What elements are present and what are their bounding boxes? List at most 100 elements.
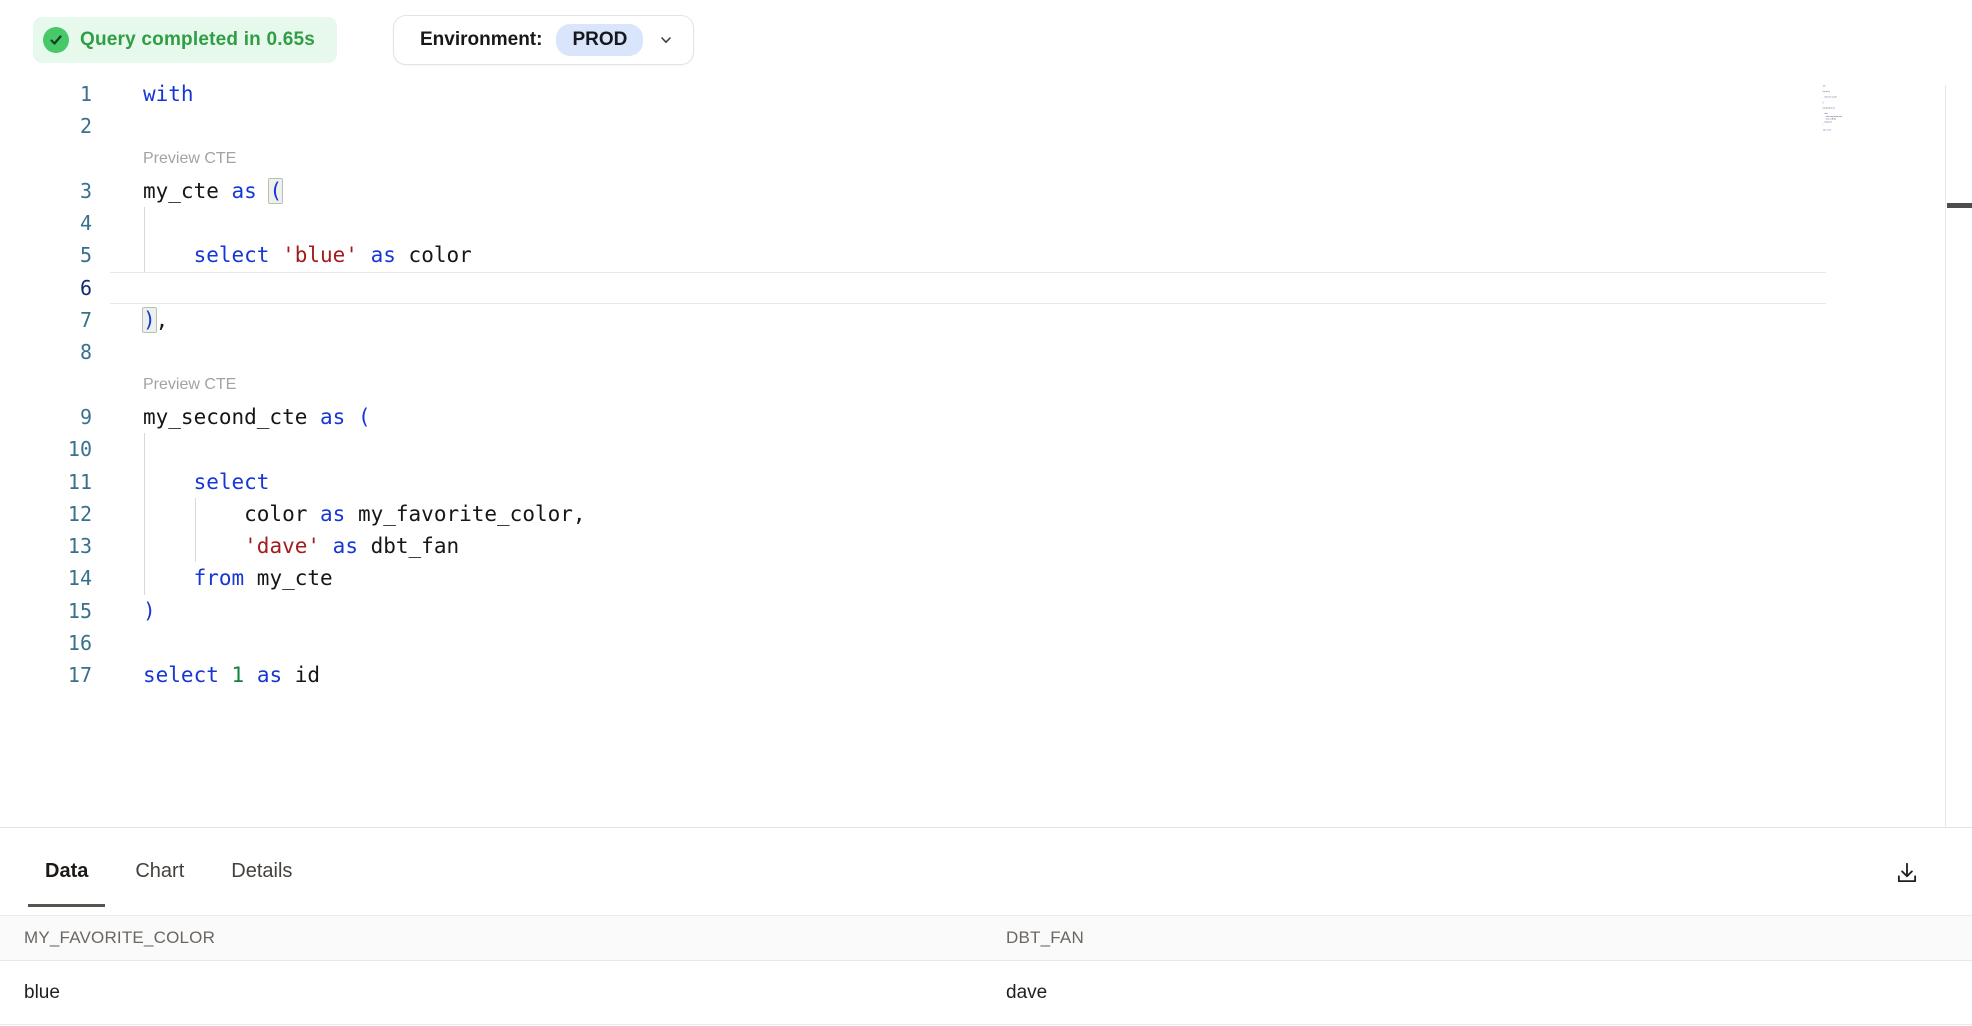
line-number: 16	[0, 627, 110, 659]
code-line: 11 select	[0, 466, 1945, 498]
code-lens-row: Preview CTE	[0, 369, 1945, 401]
code-text	[110, 207, 1945, 239]
code-token: as	[333, 534, 358, 558]
tab-details[interactable]: Details	[214, 828, 309, 915]
overview-ruler[interactable]	[1945, 85, 1972, 833]
code-token: 'blue'	[282, 243, 358, 267]
code-token: 1	[232, 663, 245, 687]
environment-label: Environment:	[420, 29, 542, 51]
code-token	[143, 470, 194, 494]
code-line: 4	[0, 207, 1945, 239]
code-token: as	[371, 243, 396, 267]
indent-guide	[144, 239, 145, 271]
code-token	[269, 243, 282, 267]
line-number: 12	[0, 498, 110, 530]
code-token	[320, 534, 333, 558]
environment-selector[interactable]: Environment: PROD	[393, 15, 694, 65]
code-line: 10	[0, 433, 1945, 465]
code-text: with	[110, 78, 1945, 110]
code-token	[244, 663, 257, 687]
code-token: select	[143, 663, 219, 687]
code-token	[257, 179, 270, 203]
code-token: select	[194, 470, 270, 494]
code-token: as	[257, 663, 282, 687]
line-number: 14	[0, 562, 110, 594]
code-token: color	[143, 502, 320, 526]
code-text: 'dave' as dbt_fan	[110, 530, 1945, 562]
line-number	[0, 143, 110, 175]
query-status-badge: Query completed in 0.65s	[33, 17, 337, 63]
chevron-down-icon	[659, 33, 673, 47]
code-text	[110, 433, 1945, 465]
code-lens-row: Preview CTE	[0, 143, 1945, 175]
code-line: 1with	[0, 78, 1945, 110]
code-line: 2	[0, 110, 1945, 142]
code-text: )	[110, 595, 1945, 627]
line-number: 9	[0, 401, 110, 433]
indent-guide	[144, 530, 145, 562]
code-line: 5 select 'blue' as color	[0, 239, 1945, 271]
code-line: 16	[0, 627, 1945, 659]
code-text	[110, 336, 1945, 368]
code-line: 7),	[0, 304, 1945, 336]
code-text: my_cte as (	[110, 175, 1945, 207]
code-text: ),	[110, 304, 1945, 336]
code-token: as	[320, 502, 345, 526]
preview-cte-link[interactable]: Preview CTE	[110, 369, 1945, 401]
table-cell: dave	[982, 961, 1972, 1025]
code-token: my_cte	[143, 179, 232, 203]
code-token: dbt_fan	[358, 534, 459, 558]
code-token	[345, 405, 358, 429]
code-line: 17select 1 as id	[0, 659, 1945, 691]
line-number: 1	[0, 78, 110, 110]
line-number: 8	[0, 336, 110, 368]
indent-guide	[144, 466, 145, 498]
code-line: 12 color as my_favorite_color,	[0, 498, 1945, 530]
code-token: )	[143, 599, 156, 623]
table-row: bluedave	[0, 961, 1972, 1025]
table-cell: blue	[0, 961, 982, 1025]
code-token: from	[194, 566, 245, 590]
preview-cte-link[interactable]: Preview CTE	[110, 143, 1945, 175]
line-number: 11	[0, 466, 110, 498]
code-text: from my_cte	[110, 562, 1945, 594]
code-line: 13 'dave' as dbt_fan	[0, 530, 1945, 562]
code-text	[110, 627, 1945, 659]
indent-guide	[144, 562, 145, 594]
indent-guide	[144, 498, 145, 530]
code-text: select	[110, 466, 1945, 498]
tab-chart[interactable]: Chart	[118, 828, 201, 915]
code-line: 14 from my_cte	[0, 562, 1945, 594]
indent-guide	[195, 498, 196, 530]
code-token: as	[232, 179, 257, 203]
code-text: select 'blue' as color	[110, 239, 1945, 271]
cursor-position-marker	[1947, 203, 1972, 208]
code-token	[219, 663, 232, 687]
sql-editor[interactable]: 1with2Preview CTE3my_cte as (45 select '…	[0, 78, 1945, 835]
table-header-row: MY_FAVORITE_COLORDBT_FAN	[0, 916, 1972, 961]
code-line: 15)	[0, 595, 1945, 627]
line-number: 10	[0, 433, 110, 465]
line-number: 17	[0, 659, 110, 691]
code-line: 3my_cte as (	[0, 175, 1945, 207]
line-number: 2	[0, 110, 110, 142]
code-token: my_cte	[244, 566, 333, 590]
download-results-button[interactable]	[1887, 853, 1927, 893]
line-number: 7	[0, 304, 110, 336]
code-token: 'dave'	[244, 534, 320, 558]
indent-guide	[195, 530, 196, 562]
tab-data[interactable]: Data	[28, 828, 105, 915]
line-number: 3	[0, 175, 110, 207]
results-panel: DataChartDetails MY_FAVORITE_COLORDBT_FA…	[0, 827, 1972, 1026]
code-text: color as my_favorite_color,	[110, 498, 1945, 530]
code-token: as	[320, 405, 345, 429]
code-text	[110, 272, 1826, 304]
line-number	[0, 369, 110, 401]
code-text: my_second_cte as (	[110, 401, 1945, 433]
code-token: id	[282, 663, 320, 687]
query-status-text: Query completed in 0.65s	[80, 29, 315, 51]
code-token	[143, 243, 194, 267]
code-line: 9my_second_cte as (	[0, 401, 1945, 433]
code-text: select 1 as id	[110, 659, 1945, 691]
check-circle-icon	[43, 27, 69, 53]
